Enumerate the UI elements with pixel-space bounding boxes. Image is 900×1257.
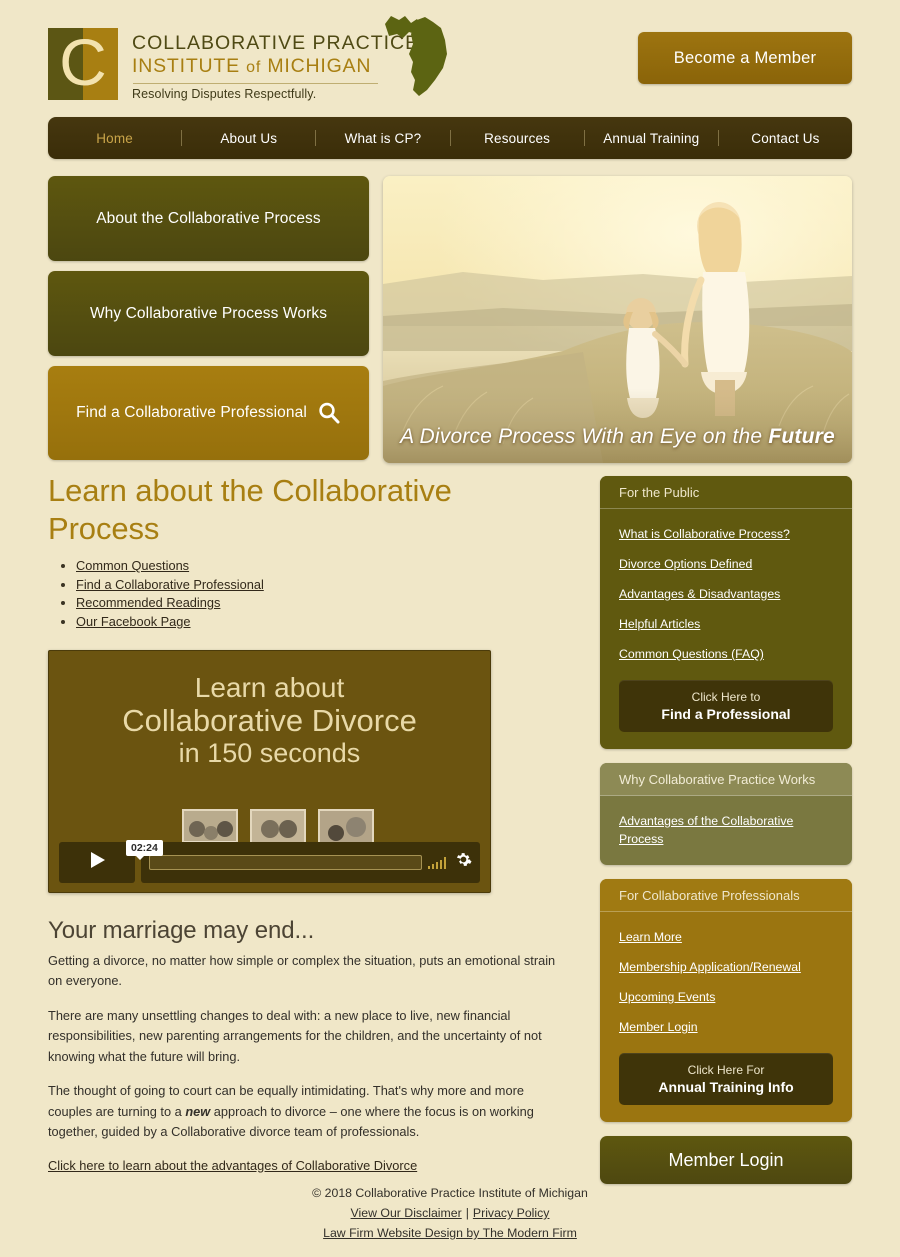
cta-big-text: Find a Professional — [661, 706, 791, 722]
michigan-state-outline-icon — [355, 14, 455, 105]
play-button[interactable] — [59, 841, 135, 883]
sidebar-link-common-questions-faq[interactable]: Common Questions (FAQ) — [619, 645, 833, 663]
hero-caption-emphasis: Future — [768, 425, 835, 448]
nav-item-contact-us[interactable]: Contact Us — [719, 131, 852, 146]
sidebar: For the Public What is Collaborative Pro… — [600, 476, 852, 1184]
quick-link-list: Common Questions Find a Collaborative Pr… — [48, 558, 564, 629]
list-item: Find a Collaborative Professional — [76, 577, 564, 592]
feature-button-label: Why Collaborative Process Works — [89, 304, 328, 322]
body-paragraph-3: The thought of going to court can be equ… — [48, 1081, 564, 1143]
become-a-member-button[interactable]: Become a Member — [638, 32, 852, 84]
video-progress-area[interactable] — [141, 841, 480, 883]
nav-divider — [717, 130, 719, 146]
feature-button-about-process[interactable]: About the Collaborative Process — [48, 176, 369, 261]
sidebar-link-what-is-collaborative-process[interactable]: What is Collaborative Process? — [619, 525, 833, 543]
video-controls[interactable]: 02:24 — [59, 839, 480, 883]
cta-small-text: Click Here For — [687, 1063, 765, 1077]
cta-annual-training-info[interactable]: Click Here For Annual Training Info — [619, 1053, 833, 1105]
nav-divider — [181, 130, 183, 146]
link-facebook-page[interactable]: Our Facebook Page — [76, 614, 191, 629]
nav-divider — [315, 130, 317, 146]
list-item: Our Facebook Page — [76, 614, 564, 629]
video-title-overlay: Learn about Collaborative Divorce in 150… — [49, 671, 490, 770]
body-paragraph-2: There are many unsettling changes to dea… — [48, 1007, 542, 1064]
footer-link-disclaimer[interactable]: View Our Disclaimer — [351, 1206, 462, 1220]
footer-legal-links: View Our Disclaimer | Privacy Policy — [0, 1203, 900, 1223]
footer-credit: Law Firm Website Design by The Modern Fi… — [0, 1223, 900, 1243]
widget-body: What is Collaborative Process? Divorce O… — [600, 509, 852, 749]
video-progress-bar[interactable] — [149, 854, 422, 870]
advantages-link[interactable]: Click here to learn about the advantages… — [48, 1158, 417, 1173]
sidebar-link-divorce-options-defined[interactable]: Divorce Options Defined — [619, 555, 833, 573]
main-content: Learn about the Collaborative Process Co… — [48, 472, 564, 1175]
logo-of: of — [246, 59, 262, 76]
paragraph-3-emphasis: new — [185, 1103, 211, 1119]
nav-item-what-is-cp[interactable]: What is CP? — [316, 131, 449, 146]
play-icon — [86, 849, 108, 876]
list-item: Recommended Readings — [76, 595, 564, 610]
list-item: Common Questions — [76, 558, 564, 573]
cta-big-text: Annual Training Info — [658, 1079, 794, 1095]
page-root: C COLLABORATIVE PRACTICE INSTITUTE of MI… — [0, 0, 900, 1257]
link-common-questions[interactable]: Common Questions — [76, 558, 189, 573]
logo-mark-icon: C — [48, 28, 118, 100]
footer-copyright: © 2018 Collaborative Practice Institute … — [312, 1186, 588, 1200]
feature-button-why-works[interactable]: Why Collaborative Process Works — [48, 271, 369, 356]
widget-why-collaborative-practice-works: Why Collaborative Practice Works Advanta… — [600, 763, 852, 865]
hero-caption-text: A Divorce Process With an Eye on the — [400, 425, 769, 448]
video-title-line-3: in 150 seconds — [178, 737, 361, 768]
volume-bars-icon[interactable] — [427, 856, 446, 869]
footer-link-website-design-credit[interactable]: Law Firm Website Design by The Modern Fi… — [323, 1226, 577, 1240]
search-icon — [317, 401, 341, 425]
widget-title: For the Public — [600, 476, 852, 509]
widget-body: Advantages of the Collaborative Process — [600, 796, 852, 865]
sidebar-link-learn-more[interactable]: Learn More — [619, 928, 833, 946]
section-subtitle: Your marriage may end... — [48, 916, 315, 944]
member-login-button[interactable]: Member Login — [600, 1136, 852, 1184]
link-find-professional[interactable]: Find a Collaborative Professional — [76, 577, 264, 592]
cta-find-a-professional[interactable]: Click Here to Find a Professional — [619, 680, 833, 732]
logo-letter-c: C — [59, 25, 107, 99]
footer-separator: | — [465, 1206, 469, 1220]
nav-item-about-us[interactable]: About Us — [182, 131, 315, 146]
hero-caption: A Divorce Process With an Eye on the Fut… — [383, 425, 852, 449]
video-player[interactable]: Learn about Collaborative Divorce in 150… — [48, 649, 491, 893]
sidebar-link-helpful-articles[interactable]: Helpful Articles — [619, 615, 833, 633]
logo-divider — [133, 83, 378, 84]
nav-item-resources[interactable]: Resources — [451, 131, 584, 146]
feature-button-label: About the Collaborative Process — [96, 209, 321, 227]
nav-divider — [449, 130, 451, 146]
video-title-line-2: Collaborative Divorce — [122, 702, 417, 738]
feature-button-column: About the Collaborative Process Why Coll… — [48, 176, 369, 470]
logo-institute: INSTITUTE — [132, 55, 240, 77]
gear-icon[interactable] — [455, 851, 472, 873]
sidebar-link-advantages-disadvantages[interactable]: Advantages & Disadvantages — [619, 585, 833, 603]
footer-link-privacy-policy[interactable]: Privacy Policy — [473, 1206, 550, 1220]
cta-small-text: Click Here to — [691, 690, 761, 704]
link-recommended-readings[interactable]: Recommended Readings — [76, 595, 220, 610]
sidebar-link-membership-application-renewal[interactable]: Membership Application/Renewal — [619, 958, 833, 976]
widget-for-the-public: For the Public What is Collaborative Pro… — [600, 476, 852, 749]
nav-item-annual-training[interactable]: Annual Training — [585, 131, 718, 146]
widget-for-collaborative-professionals: For Collaborative Professionals Learn Mo… — [600, 879, 852, 1122]
hero-image: A Divorce Process With an Eye on the Fut… — [383, 176, 852, 463]
nav-divider — [583, 130, 585, 146]
video-title-line-1: Learn about — [194, 671, 345, 703]
primary-navigation[interactable]: Home About Us What is CP? Resources Annu… — [48, 117, 852, 159]
site-header: C COLLABORATIVE PRACTICE INSTITUTE of MI… — [0, 0, 900, 110]
body-paragraph-1: Getting a divorce, no matter how simple … — [48, 952, 556, 989]
page-title: Learn about the Collaborative Process — [48, 473, 452, 546]
sidebar-link-advantages-of-collaborative-process[interactable]: Advantages of the Collaborative Process — [619, 812, 833, 848]
video-time-tooltip: 02:24 — [126, 839, 163, 860]
widget-title: For Collaborative Professionals — [600, 879, 852, 912]
site-footer: © 2018 Collaborative Practice Institute … — [0, 1183, 900, 1243]
feature-button-find-professional[interactable]: Find a Collaborative Professional — [48, 366, 369, 460]
widget-title: Why Collaborative Practice Works — [600, 763, 852, 796]
sidebar-link-upcoming-events[interactable]: Upcoming Events — [619, 988, 833, 1006]
sidebar-link-member-login[interactable]: Member Login — [619, 1018, 833, 1036]
feature-button-label: Find a Collaborative Professional — [76, 404, 307, 421]
nav-item-home[interactable]: Home — [48, 131, 181, 146]
widget-body: Learn More Membership Application/Renewa… — [600, 912, 852, 1122]
